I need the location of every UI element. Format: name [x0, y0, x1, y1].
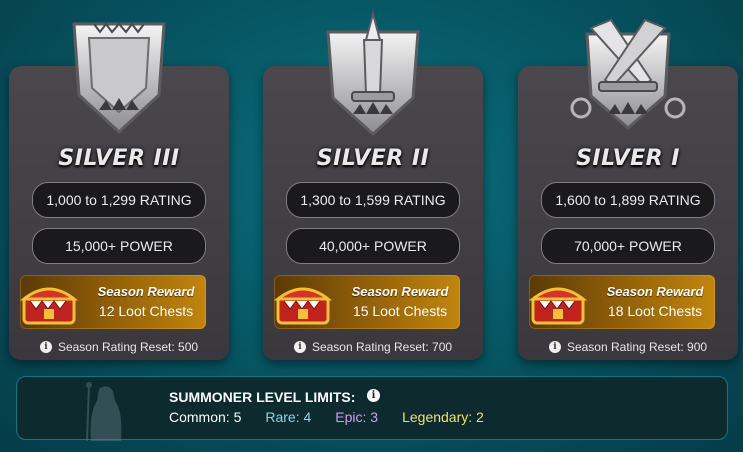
tier-card-silver-1: SILVER I 1,600 to 1,899 RATING 70,000+ P…	[518, 18, 738, 360]
info-icon[interactable]: i	[548, 341, 561, 353]
limit-legendary: Legendary: 2	[402, 409, 484, 425]
rating-reset: i Season Rating Reset: 900	[518, 340, 738, 354]
rating-range: 1,600 to 1,899 RATING	[541, 182, 715, 218]
power-requirement: 15,000+ POWER	[32, 228, 206, 264]
silver-shield-crossed-swords-icon	[563, 10, 693, 140]
rating-reset-text: Season Rating Reset: 500	[57, 340, 199, 354]
info-icon[interactable]: i	[367, 389, 380, 402]
power-requirement: 70,000+ POWER	[541, 228, 715, 264]
info-icon[interactable]: i	[39, 341, 52, 353]
limits-title: SUMMONER LEVEL LIMITS:	[169, 389, 356, 405]
season-reward-banner: Season Reward 15 Loot Chests	[272, 275, 460, 329]
limit-rare: Rare: 4	[265, 409, 312, 425]
rating-reset-text: Season Rating Reset: 900	[566, 340, 708, 354]
limit-common: Common: 5	[169, 409, 242, 425]
limit-epic: Epic: 3	[335, 409, 379, 425]
reward-title: Season Reward	[606, 284, 704, 299]
reward-title: Season Reward	[97, 284, 195, 299]
silver-shield-sword-icon	[308, 10, 438, 140]
info-icon[interactable]: i	[293, 341, 306, 353]
loot-chest-icon	[272, 279, 336, 327]
reward-title: Season Reward	[351, 284, 449, 299]
tier-card-silver-2: SILVER II 1,300 to 1,599 RATING 40,000+ …	[263, 10, 483, 360]
rating-reset-text: Season Rating Reset: 700	[311, 340, 453, 354]
limits-row: Common: 5 Rare: 4 Epic: 3 Legendary: 2	[169, 409, 484, 425]
rating-reset: i Season Rating Reset: 500	[9, 340, 229, 354]
tier-name: SILVER I	[576, 146, 680, 171]
rating-reset: i Season Rating Reset: 700	[263, 340, 483, 354]
reward-chests: 12 Loot Chests	[98, 303, 194, 319]
season-reward-banner: Season Reward 12 Loot Chests	[18, 275, 206, 329]
summoner-level-limits: SUMMONER LEVEL LIMITS: i Common: 5 Rare:…	[16, 376, 728, 441]
loot-chest-icon	[527, 279, 591, 327]
reward-chests: 18 Loot Chests	[607, 303, 703, 319]
silver-shield-icon	[54, 10, 184, 140]
loot-chest-icon	[18, 279, 82, 327]
summoner-silhouette-icon	[77, 381, 133, 441]
rating-range: 1,000 to 1,299 RATING	[32, 182, 206, 218]
season-reward-banner: Season Reward 18 Loot Chests	[527, 275, 715, 329]
rating-range: 1,300 to 1,599 RATING	[286, 182, 460, 218]
tier-name: SILVER III	[58, 146, 180, 171]
power-requirement: 40,000+ POWER	[286, 228, 460, 264]
tier-card-silver-3: SILVER III 1,000 to 1,299 RATING 15,000+…	[9, 22, 229, 360]
tier-name: SILVER II	[316, 146, 430, 171]
reward-chests: 15 Loot Chests	[352, 303, 448, 319]
